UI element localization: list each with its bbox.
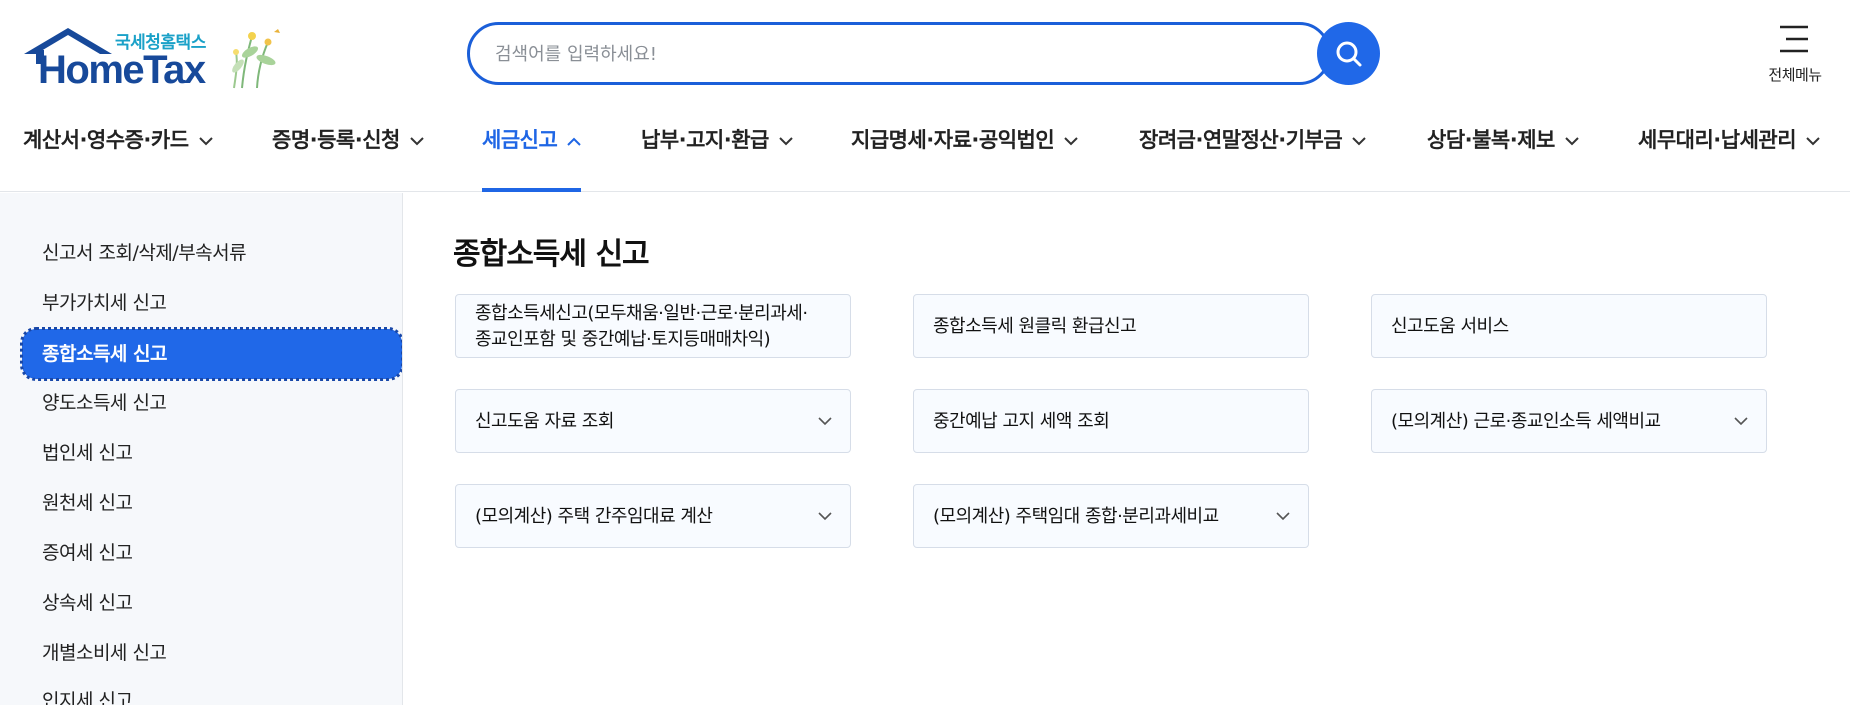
- card-simulation-rental-comparison[interactable]: (모의계산) 주택임대 종합·분리과세비교: [913, 484, 1309, 548]
- card-income-tax-filing[interactable]: 종합소득세신고(모두채움·일반·근로·분리과세·종교인포함 및 중간예납·토지등…: [455, 294, 851, 358]
- nav-item-tax-agent[interactable]: 세무대리·납세관리: [1638, 124, 1820, 192]
- chevron-down-icon: [198, 136, 213, 145]
- sidebar-item-excise[interactable]: 개별소비세 신고: [22, 628, 402, 678]
- nav-item-label: 세금신고: [482, 128, 558, 152]
- card-label: 신고도움 자료 조회: [475, 411, 614, 432]
- active-tab-indicator: [482, 188, 582, 192]
- nav-item-payment[interactable]: 납부·고지·환급: [641, 124, 793, 192]
- sidebar-item-gift-tax[interactable]: 증여세 신고: [22, 528, 402, 578]
- card-one-click-refund[interactable]: 종합소득세 원클릭 환급신고: [913, 294, 1309, 358]
- card-label: 종합소득세 원클릭 환급신고: [933, 316, 1137, 337]
- chevron-down-icon: [1276, 512, 1290, 521]
- nav-item-certificate[interactable]: 증명·등록·신청: [272, 124, 424, 192]
- nav-item-label: 세무대리·납세관리: [1638, 128, 1797, 152]
- card-label: (모의계산) 근로·종교인소득 세액비교: [1391, 411, 1661, 432]
- main-navigation: 계산서·영수증·카드 증명·등록·신청 세금신고 납부·고지·환급 지급명세·자…: [0, 110, 1850, 192]
- chevron-down-icon: [410, 136, 424, 145]
- search-box: [467, 22, 1331, 85]
- chevron-up-icon: [567, 137, 581, 146]
- nav-item-label: 상담·불복·제보: [1427, 128, 1555, 152]
- card-interim-prepayment[interactable]: 중간예납 고지 세액 조회: [913, 389, 1309, 453]
- chevron-down-icon: [1734, 417, 1748, 426]
- search-input[interactable]: [495, 39, 1275, 69]
- card-label: 신고도움 서비스: [1391, 316, 1509, 337]
- nav-item-label: 납부·고지·환급: [641, 128, 769, 152]
- chevron-down-icon: [779, 136, 793, 145]
- chevron-down-icon: [1352, 136, 1366, 145]
- search-button[interactable]: [1317, 22, 1380, 85]
- card-label: (모의계산) 주택임대 종합·분리과세비교: [933, 506, 1219, 527]
- nav-item-label: 지급명세·자료·공익법인: [851, 128, 1055, 152]
- nav-item-invoice[interactable]: 계산서·영수증·카드: [23, 124, 213, 192]
- card-simulation-deemed-rent[interactable]: (모의계산) 주택 간주임대료 계산: [455, 484, 851, 548]
- nav-item-label: 장려금·연말정산·기부금: [1139, 128, 1343, 152]
- nav-item-payment-statement[interactable]: 지급명세·자료·공익법인: [851, 124, 1078, 192]
- sidebar-item-capital-gains[interactable]: 양도소득세 신고: [22, 378, 402, 428]
- nav-item-label: 증명·등록·신청: [272, 128, 400, 152]
- plant-icon: [232, 29, 280, 89]
- nav-item-tax-filing[interactable]: 세금신고: [482, 124, 582, 192]
- sidebar-item-vat[interactable]: 부가가치세 신고: [22, 278, 402, 328]
- card-simulation-earned-income[interactable]: (모의계산) 근로·종교인소득 세액비교: [1371, 389, 1767, 453]
- nav-item-label: 계산서·영수증·카드: [23, 128, 189, 152]
- chevron-down-icon: [818, 417, 832, 426]
- card-label: (모의계산) 주택 간주임대료 계산: [475, 506, 713, 527]
- chevron-down-icon: [1064, 136, 1078, 145]
- all-menu-button[interactable]: 전체메뉴: [1760, 22, 1830, 92]
- sidebar-item-withholding[interactable]: 원천세 신고: [22, 478, 402, 528]
- sidebar-item-report-inquiry[interactable]: 신고서 조회/삭제/부속서류: [22, 228, 402, 278]
- logo-english-text: HomeTax: [38, 48, 206, 92]
- chevron-down-icon: [1806, 136, 1820, 145]
- sidebar-item-stamp-tax[interactable]: 인지세 신고: [22, 676, 402, 705]
- card-label: 종합소득세신고(모두채움·일반·근로·분리과세·종교인포함 및 중간예납·토지등…: [475, 303, 808, 350]
- nav-item-incentive[interactable]: 장려금·연말정산·기부금: [1139, 124, 1366, 192]
- card-label: 중간예납 고지 세액 조회: [933, 411, 1110, 432]
- sidebar: 신고서 조회/삭제/부속서류 부가가치세 신고 종합소득세 신고 양도소득세 신…: [0, 193, 403, 705]
- header: 국세청홈택스 HomeTax 전체메뉴: [0, 0, 1850, 192]
- card-filing-help-data[interactable]: 신고도움 자료 조회: [455, 389, 851, 453]
- nav-item-consult[interactable]: 상담·불복·제보: [1427, 124, 1579, 192]
- sidebar-item-inheritance[interactable]: 상속세 신고: [22, 578, 402, 628]
- sidebar-item-income-tax[interactable]: 종합소득세 신고: [20, 327, 402, 381]
- page-title: 종합소득세 신고: [453, 237, 650, 272]
- chevron-down-icon: [1565, 136, 1579, 145]
- all-menu-label: 전체메뉴: [1768, 66, 1822, 84]
- hamburger-icon: [1780, 25, 1808, 53]
- card-filing-help-service[interactable]: 신고도움 서비스: [1371, 294, 1767, 358]
- search-icon: [1336, 41, 1361, 66]
- chevron-down-icon: [818, 512, 832, 521]
- hometax-logo[interactable]: 국세청홈택스 HomeTax: [22, 22, 292, 92]
- sidebar-item-corporate-tax[interactable]: 법인세 신고: [22, 428, 402, 478]
- main-content: 종합소득세 신고 종합소득세신고(모두채움·일반·근로·분리과세·종교인포함 및…: [404, 193, 1850, 705]
